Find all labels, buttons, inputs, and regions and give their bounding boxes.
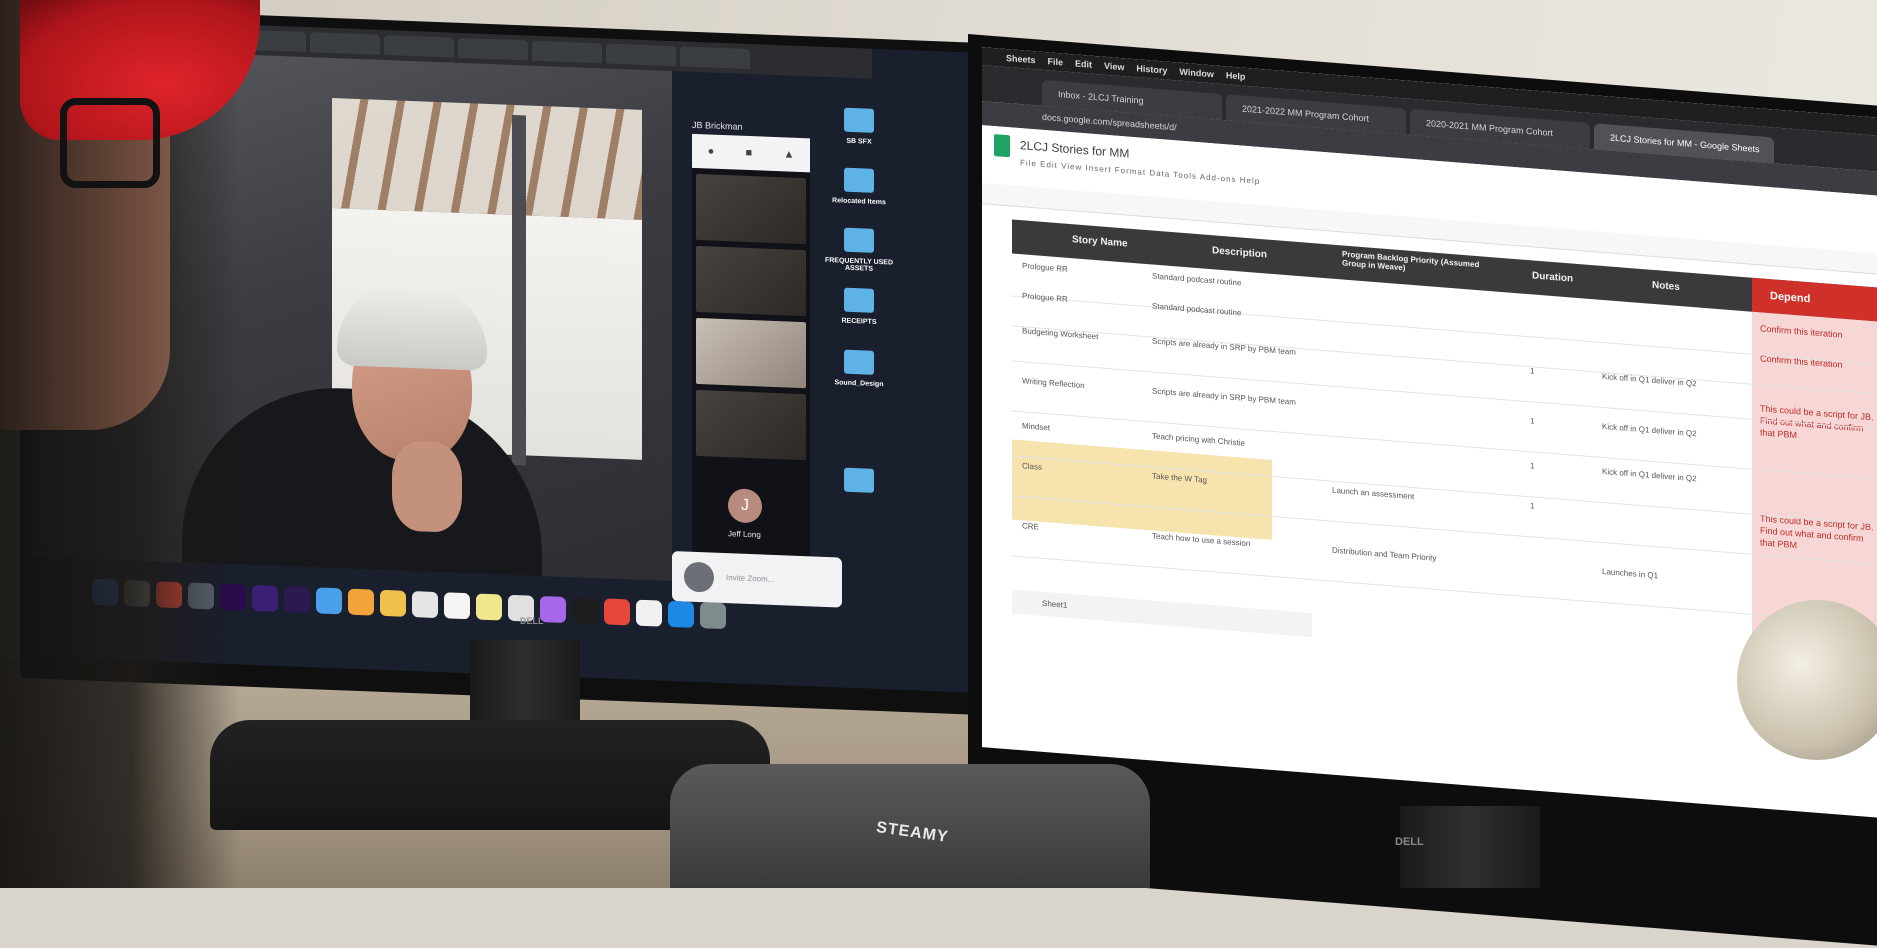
ceiling-beams — [332, 97, 642, 220]
dock-app-icon[interactable] — [444, 592, 470, 620]
table-cell[interactable]: Budgeting Worksheet — [1022, 325, 1122, 344]
participant-name-label: JB Brickman — [692, 119, 743, 132]
dock-app-icon[interactable] — [572, 597, 598, 625]
folder-icon[interactable] — [844, 287, 874, 313]
browser-tab[interactable] — [310, 32, 380, 55]
row-divider — [1012, 325, 1877, 395]
table-cell[interactable]: 1 — [1530, 365, 1550, 378]
monitor-brand-logo: DELL — [1395, 836, 1424, 848]
table-cell[interactable]: Teach pricing with Christie — [1152, 430, 1302, 453]
sheets-menu[interactable]: File Edit View Insert Format Data Tools … — [1020, 158, 1260, 186]
dock-app-icon[interactable] — [700, 602, 726, 630]
table-cell[interactable]: This could be a script for JB. Find out … — [1760, 402, 1877, 447]
browser-tab[interactable] — [384, 34, 454, 58]
table-cell[interactable]: Kick off in Q1 deliver in Q2 — [1602, 421, 1742, 443]
browser-tab[interactable] — [606, 43, 676, 67]
dock-app-icon[interactable] — [636, 599, 662, 627]
folder-icon[interactable] — [844, 107, 874, 133]
equipment-case: STEAMY — [670, 764, 1150, 888]
desktop-icon-column: SB SFX Relocated Items FREQUENTLY USED A… — [822, 87, 962, 652]
folder-label: RECEIPTS — [841, 317, 877, 326]
dock-app-icon[interactable] — [284, 586, 310, 614]
table-cell[interactable]: Scripts are already in SRP by PBM team — [1152, 335, 1302, 358]
browser-tab[interactable] — [532, 40, 602, 64]
table-cell[interactable]: Standard podcast routine — [1152, 300, 1302, 323]
table-cell[interactable]: Writing Reflection — [1022, 375, 1122, 394]
participant-tile[interactable] — [696, 317, 806, 389]
table-cell[interactable]: 1 — [1530, 460, 1550, 473]
folder-label: SB SFX — [846, 137, 872, 146]
monitor-brand-logo: DELL — [520, 616, 544, 626]
table-cell[interactable]: Prologue RR — [1022, 260, 1122, 279]
column-header: Duration — [1532, 270, 1574, 285]
folder-label: Sound_Design — [834, 379, 884, 389]
dock-app-icon[interactable] — [252, 584, 278, 612]
url-text: docs.google.com/spreadsheets/d/ — [1042, 111, 1177, 133]
table-cell[interactable]: 1 — [1530, 500, 1550, 513]
table-cell[interactable]: Launch an assessment — [1332, 485, 1462, 506]
table-cell[interactable]: Confirm this iteration — [1760, 322, 1877, 343]
browser-tab[interactable] — [458, 37, 528, 61]
table-cell[interactable]: 1 — [1530, 415, 1550, 428]
zoom-gallery-strip: ● ■ ▲ J Jeff Long — [692, 133, 810, 559]
folder-icon[interactable] — [844, 167, 874, 193]
column-header: Story Name — [1072, 234, 1128, 250]
dock-app-icon[interactable] — [668, 600, 694, 628]
table-cell[interactable]: Prologue RR — [1022, 290, 1122, 309]
participant-tile[interactable] — [696, 245, 806, 317]
participant-name-label: Jeff Long — [728, 529, 761, 540]
browser-tab[interactable] — [680, 46, 750, 70]
row-divider — [1012, 360, 1877, 430]
document-title[interactable]: 2LCJ Stories for MM — [1020, 138, 1129, 161]
column-header: Program Backlog Priority (Assumed Group … — [1342, 249, 1480, 273]
column-header: Description — [1212, 245, 1268, 261]
dock-app-icon[interactable] — [412, 591, 438, 619]
video-icon[interactable]: ■ — [746, 147, 753, 159]
participant-tile[interactable] — [696, 173, 806, 245]
dock-app-icon[interactable] — [316, 587, 342, 615]
menu-item[interactable]: View — [1104, 61, 1124, 73]
participant-avatar: J — [728, 488, 762, 524]
participant-tile[interactable] — [696, 389, 806, 461]
speaker-hand — [392, 440, 462, 533]
dock-app-icon[interactable] — [476, 593, 502, 621]
menu-item[interactable]: History — [1136, 63, 1167, 75]
menu-item[interactable]: Help — [1226, 70, 1246, 82]
table-cell[interactable]: Launches in Q1 — [1602, 566, 1742, 588]
glasses — [60, 98, 160, 188]
table-cell[interactable]: Scripts are already in SRP by PBM team — [1152, 385, 1302, 408]
table-cell[interactable]: Mindset — [1022, 420, 1122, 439]
folder-icon[interactable] — [844, 349, 874, 375]
folder-label: Relocated Items — [832, 197, 886, 207]
table-cell[interactable]: Kick off in Q1 deliver in Q2 — [1602, 371, 1742, 393]
share-icon[interactable]: ▲ — [783, 148, 794, 160]
folder-label: FREQUENTLY USED ASSETS — [824, 256, 894, 273]
column-header: Notes — [1652, 279, 1680, 294]
dock-app-icon[interactable] — [604, 598, 630, 626]
sheets-logo-icon — [994, 134, 1010, 158]
menu-item[interactable]: Sheets — [1006, 53, 1036, 65]
menu-item[interactable]: File — [1048, 56, 1064, 67]
window-frame — [512, 114, 526, 466]
mic-icon[interactable]: ● — [708, 145, 715, 157]
menu-item[interactable]: Edit — [1075, 58, 1092, 69]
dock-app-icon[interactable] — [380, 589, 406, 617]
menu-item[interactable]: Window — [1179, 67, 1213, 80]
zoom-toolbar: ● ■ ▲ — [692, 133, 810, 173]
dock-app-icon[interactable] — [348, 588, 374, 616]
notification-text: Invite Zoom... — [726, 573, 775, 584]
table-cell[interactable]: Distribution and Team Priority — [1332, 545, 1462, 566]
sheet-tab-bar[interactable]: Sheet1 — [1012, 589, 1312, 638]
case-logo-text: STEAMY — [875, 819, 950, 846]
table-cell[interactable]: Kick off in Q1 deliver in Q2 — [1602, 466, 1742, 488]
folder-icon[interactable] — [844, 467, 874, 493]
avatar — [684, 561, 714, 593]
folder-icon[interactable] — [844, 227, 874, 253]
